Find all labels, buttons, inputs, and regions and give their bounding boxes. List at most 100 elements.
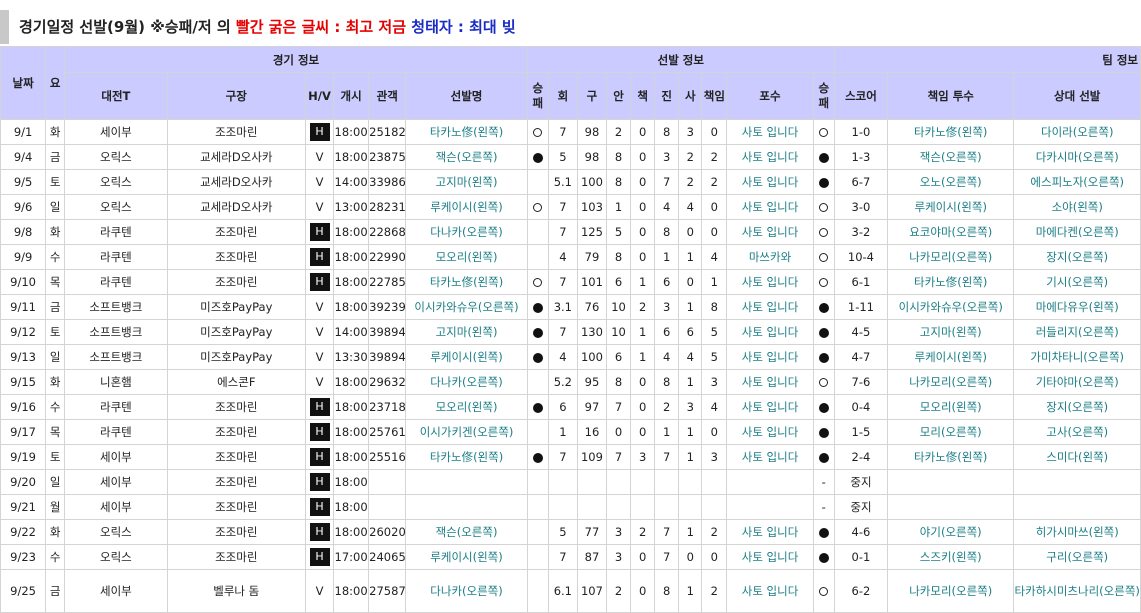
cell-resp-pitcher-text[interactable]: 오노(오른쪽) — [920, 175, 982, 189]
cell-resp-pitcher[interactable]: 나카모리(오른쪽) — [887, 569, 1015, 613]
cell-resp-pitcher[interactable]: 요코야마(오른쪽) — [887, 219, 1015, 245]
cell-opp-starter[interactable]: 장지(오른쪽) — [1013, 394, 1141, 420]
cell-resp-pitcher-text[interactable]: 나카모리(오른쪽) — [909, 584, 992, 598]
cell-catcher[interactable]: 사토 입니다 — [726, 444, 814, 470]
cell-opp-starter-text[interactable]: 장지(오른쪽) — [1046, 400, 1108, 414]
col-runs[interactable]: 책 — [630, 72, 656, 120]
cell-starter[interactable]: 이시가키겐(오른쪽) — [405, 419, 528, 445]
cell-starter-text[interactable]: 루케이시(왼쪽) — [430, 200, 502, 214]
cell-opp-starter[interactable]: 스미다(왼쪽) — [1013, 444, 1141, 470]
cell-starter[interactable]: 잭슨(오른쪽) — [405, 519, 528, 545]
cell-starter-text[interactable]: 이시카와슈우(오른쪽) — [414, 300, 518, 314]
cell-catcher[interactable] — [726, 494, 814, 520]
cell-catcher-text[interactable]: 마쓰카와 — [749, 250, 791, 264]
cell-resp-pitcher-text[interactable]: 이시카와슈우(오른쪽) — [899, 300, 1003, 314]
cell-catcher[interactable]: 사토 입니다 — [726, 344, 814, 370]
cell-starter-text[interactable]: 타카노俢(왼쪽) — [430, 275, 503, 289]
cell-catcher[interactable]: 사토 입니다 — [726, 519, 814, 545]
cell-opp-starter-text[interactable]: 기타야마(오른쪽) — [1036, 375, 1119, 389]
cell-catcher-text[interactable]: 사토 입니다 — [742, 150, 799, 164]
cell-resp-pitcher[interactable]: 스즈키(왼쪽) — [887, 544, 1015, 570]
cell-opp-starter-text[interactable]: 타카하시미츠나리(오른쪽) — [1015, 584, 1140, 598]
col-attendance[interactable]: 관객 — [368, 72, 407, 120]
cell-opp-starter[interactable]: 기타야마(오른쪽) — [1013, 369, 1141, 395]
cell-resp-pitcher-text[interactable]: 나카모리(오른쪽) — [909, 375, 992, 389]
cell-resp-pitcher[interactable]: 타카노俢(왼쪽) — [887, 119, 1015, 145]
cell-opp-starter-text[interactable]: 가미차타니(오른쪽) — [1030, 350, 1124, 364]
col-walks[interactable]: 사 — [678, 72, 703, 120]
cell-catcher-text[interactable]: 사토 입니다 — [742, 125, 799, 139]
cell-opp-starter-text[interactable]: 장지(오른쪽) — [1046, 250, 1108, 264]
cell-catcher[interactable]: 사토 입니다 — [726, 419, 814, 445]
cell-starter[interactable]: 잭슨(오른쪽) — [405, 144, 528, 170]
cell-starter-text[interactable]: 타카노俢(왼쪽) — [430, 450, 503, 464]
cell-catcher[interactable]: 마쓰카와 — [726, 244, 814, 270]
col-wl[interactable]: 승패 — [526, 72, 549, 120]
cell-opp-starter[interactable]: 마에다유우(왼쪽) — [1013, 294, 1141, 320]
cell-opp-starter-text[interactable]: 에스피노자(오른쪽) — [1030, 175, 1124, 189]
cell-catcher-text[interactable]: 사토 입니다 — [742, 275, 799, 289]
cell-opp-starter[interactable]: 다카시마(오른쪽) — [1013, 144, 1141, 170]
cell-opp-starter[interactable]: 구리(오른쪽) — [1013, 544, 1141, 570]
cell-resp-pitcher[interactable]: 타카노俢(왼쪽) — [887, 444, 1015, 470]
cell-catcher[interactable]: 사토 입니다 — [726, 319, 814, 345]
cell-starter[interactable]: 고지마(왼쪽) — [405, 169, 528, 195]
cell-opp-starter[interactable]: 소야(왼쪽) — [1013, 194, 1141, 220]
cell-catcher[interactable] — [726, 469, 814, 495]
cell-resp-pitcher[interactable]: 잭슨(오른쪽) — [887, 144, 1015, 170]
cell-resp-pitcher[interactable]: 모오리(왼쪽) — [887, 394, 1015, 420]
cell-resp-pitcher-text[interactable]: 잭슨(오른쪽) — [920, 150, 982, 164]
col-opponent[interactable]: 대전T — [64, 72, 168, 120]
cell-starter[interactable]: 모오리(왼쪽) — [405, 244, 528, 270]
cell-starter-text[interactable]: 잭슨(오른쪽) — [436, 525, 498, 539]
cell-starter[interactable]: 루케이시(왼쪽) — [405, 194, 528, 220]
cell-starter-text[interactable]: 잭슨(오른쪽) — [436, 150, 498, 164]
cell-opp-starter-text[interactable]: 고사(오른쪽) — [1046, 425, 1108, 439]
cell-starter[interactable] — [405, 494, 528, 520]
cell-starter[interactable]: 다나카(오른쪽) — [405, 219, 528, 245]
cell-starter[interactable] — [405, 469, 528, 495]
cell-catcher[interactable]: 사토 입니다 — [726, 394, 814, 420]
cell-catcher-text[interactable]: 사토 입니다 — [742, 550, 799, 564]
cell-resp-pitcher-text[interactable]: 타카노俢(왼쪽) — [914, 450, 987, 464]
col-innings[interactable]: 회 — [547, 72, 578, 120]
cell-catcher[interactable]: 사토 입니다 — [726, 294, 814, 320]
cell-starter[interactable]: 타카노俢(왼쪽) — [405, 444, 528, 470]
cell-starter-text[interactable]: 루케이시(왼쪽) — [430, 550, 502, 564]
cell-opp-starter-text[interactable]: 소야(왼쪽) — [1052, 200, 1103, 214]
cell-opp-starter[interactable]: 고사(오른쪽) — [1013, 419, 1141, 445]
cell-opp-starter[interactable]: 장지(오른쪽) — [1013, 244, 1141, 270]
cell-starter[interactable]: 고지마(왼쪽) — [405, 319, 528, 345]
cell-catcher[interactable]: 사토 입니다 — [726, 569, 814, 613]
cell-resp-pitcher[interactable] — [887, 469, 1015, 495]
cell-catcher[interactable]: 사토 입니다 — [726, 169, 814, 195]
cell-opp-starter-text[interactable]: 스미다(왼쪽) — [1046, 450, 1108, 464]
cell-catcher-text[interactable]: 사토 입니다 — [742, 400, 799, 414]
col-score[interactable]: 스코어 — [833, 72, 889, 120]
cell-resp-pitcher-text[interactable]: 스즈키(왼쪽) — [920, 550, 982, 564]
col-er[interactable]: 책임 — [701, 72, 728, 120]
cell-starter[interactable]: 타카노俢(왼쪽) — [405, 269, 528, 295]
cell-opp-starter[interactable]: 가미차타니(오른쪽) — [1013, 344, 1141, 370]
cell-catcher-text[interactable]: 사토 입니다 — [742, 175, 799, 189]
cell-starter-text[interactable]: 이시가키겐(오른쪽) — [420, 425, 514, 439]
cell-starter-text[interactable]: 타카노俢(왼쪽) — [430, 125, 503, 139]
cell-resp-pitcher[interactable]: 루케이시(왼쪽) — [887, 194, 1015, 220]
cell-opp-starter[interactable]: 에스피노자(오른쪽) — [1013, 169, 1141, 195]
cell-starter-text[interactable]: 다나카(오른쪽) — [430, 584, 502, 598]
cell-catcher[interactable]: 사토 입니다 — [726, 144, 814, 170]
cell-opp-starter-text[interactable]: 히가시마쓰(왼쪽) — [1036, 525, 1119, 539]
cell-resp-pitcher-text[interactable]: 타카노俢(왼쪽) — [914, 125, 987, 139]
cell-starter-text[interactable]: 다나카(오른쪽) — [430, 375, 502, 389]
cell-catcher[interactable]: 사토 입니다 — [726, 369, 814, 395]
col-stadium[interactable]: 구장 — [166, 72, 306, 120]
cell-opp-starter-text[interactable]: 다카시마(오른쪽) — [1036, 150, 1119, 164]
col-hv[interactable]: H/V — [304, 72, 335, 120]
col-team-wl[interactable]: 승패 — [812, 72, 835, 120]
cell-opp-starter-text[interactable]: 다이라(오른쪽) — [1041, 125, 1113, 139]
cell-opp-starter[interactable] — [1013, 469, 1141, 495]
col-catcher[interactable]: 포수 — [726, 72, 814, 120]
cell-resp-pitcher[interactable]: 타카노俢(왼쪽) — [887, 269, 1015, 295]
cell-resp-pitcher[interactable]: 나카모리(오른쪽) — [887, 369, 1015, 395]
cell-catcher-text[interactable]: 사토 입니다 — [742, 300, 799, 314]
